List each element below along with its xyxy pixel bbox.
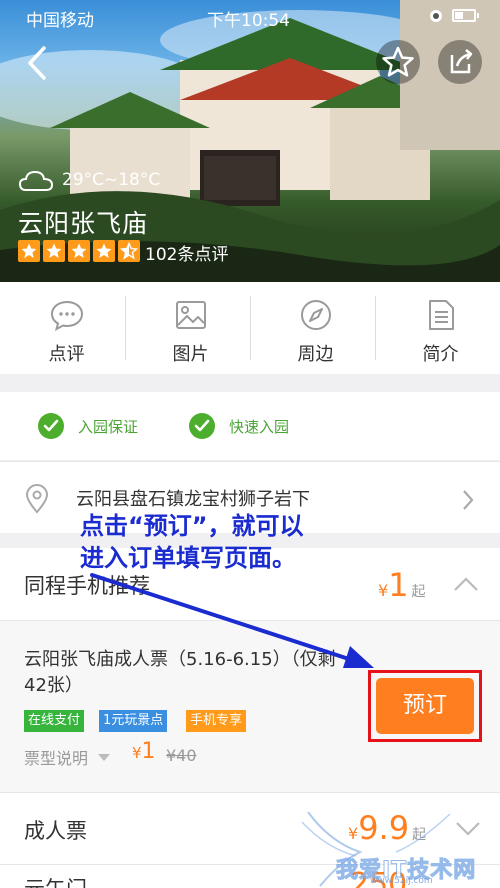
image-icon	[176, 301, 206, 329]
divider	[375, 296, 376, 360]
nav-label: 简介	[422, 344, 459, 365]
chevron-right-icon	[463, 490, 474, 510]
review-count[interactable]: 102条点评	[145, 240, 228, 265]
favorite-button[interactable]	[376, 40, 420, 84]
price-value: 1	[388, 566, 409, 604]
temperature: 29°C~18°C	[62, 170, 161, 190]
ticket-type-note[interactable]: 票型说明	[24, 745, 88, 769]
annotation-line: 进入订单填写页面。	[80, 544, 296, 572]
comment-icon	[50, 300, 84, 331]
star-icon	[93, 240, 115, 262]
nav-comments[interactable]: 点评	[4, 282, 129, 374]
share-button[interactable]	[438, 40, 482, 84]
address-text: 云阳县盘石镇龙宝村狮子岩下	[76, 489, 310, 510]
chevron-up-icon	[454, 577, 478, 591]
divider	[125, 296, 126, 360]
section-title: 同程手机推荐	[24, 574, 150, 598]
nav-label: 周边	[297, 344, 334, 365]
weather-info: 29°C~18°C	[18, 168, 160, 199]
location-pin-icon	[25, 484, 49, 514]
hero-banner: 中国移动 下午10:54 29°C~18°C 云阳张飞庙 102条点评	[0, 0, 500, 282]
nav-label: 图片	[172, 344, 209, 365]
price-suffix: 起	[411, 584, 426, 600]
annotation-line: 点击“预订”，就可以	[80, 512, 304, 540]
page-title: 云阳张飞庙	[18, 209, 149, 238]
compass-icon	[301, 300, 331, 330]
cloud-icon	[18, 170, 54, 191]
back-button[interactable]	[20, 42, 56, 84]
currency-symbol: ¥	[132, 744, 142, 762]
icon-nav: 点评 图片 周边 简介	[0, 282, 500, 374]
star-icon	[43, 240, 65, 262]
clock: 下午10:54	[207, 11, 290, 31]
nav-label: 点评	[48, 344, 85, 365]
document-icon	[429, 300, 454, 330]
battery-icon	[452, 9, 479, 22]
chevron-left-icon	[28, 46, 46, 80]
price-label: ¥1 起	[378, 566, 426, 604]
check-icon	[38, 413, 64, 439]
currency-symbol: ¥	[378, 581, 389, 600]
tag-online-pay: 在线支付	[24, 710, 85, 732]
tag-mobile-only: 手机专享	[186, 710, 247, 732]
check-icon	[189, 413, 215, 439]
star-outline-icon	[382, 46, 414, 77]
carrier-label: 中国移动	[26, 11, 94, 31]
star-icon	[68, 240, 90, 262]
ticket-price: ¥1	[132, 739, 156, 764]
row-title: 成人票	[24, 819, 87, 843]
watermark-url: www.52ij.com	[370, 876, 433, 886]
guarantee-label: 快速入园	[229, 418, 290, 436]
watermark: 我爱IT技术网 www.52ij.com	[300, 812, 496, 888]
star-half-icon	[118, 240, 140, 262]
original-price: ¥40	[166, 746, 197, 765]
book-button[interactable]: 预订	[376, 678, 474, 734]
tutorial-annotation: 点击“预订”，就可以 进入订单填写页面。	[80, 510, 304, 574]
share-icon	[450, 49, 473, 74]
caret-down-icon	[98, 754, 110, 761]
nav-intro[interactable]: 简介	[378, 282, 500, 374]
divider	[250, 296, 251, 360]
nav-images[interactable]: 图片	[128, 282, 253, 374]
alarm-icon	[428, 7, 444, 28]
status-bar: 中国移动 下午10:54	[0, 0, 500, 32]
guarantee-bar: 入园保证 快速入园	[0, 392, 500, 460]
nav-nearby[interactable]: 周边	[253, 282, 378, 374]
guarantee-label: 入园保证	[78, 418, 139, 436]
tag-one-yuan: 1元玩景点	[99, 710, 168, 732]
ticket-price-value: 1	[141, 739, 156, 764]
star-icon	[18, 240, 40, 262]
row-title: 元午门	[24, 873, 87, 888]
ticket-name: 云阳张飞庙成人票（5.16-6.15）（仅剩42张）	[24, 649, 336, 696]
